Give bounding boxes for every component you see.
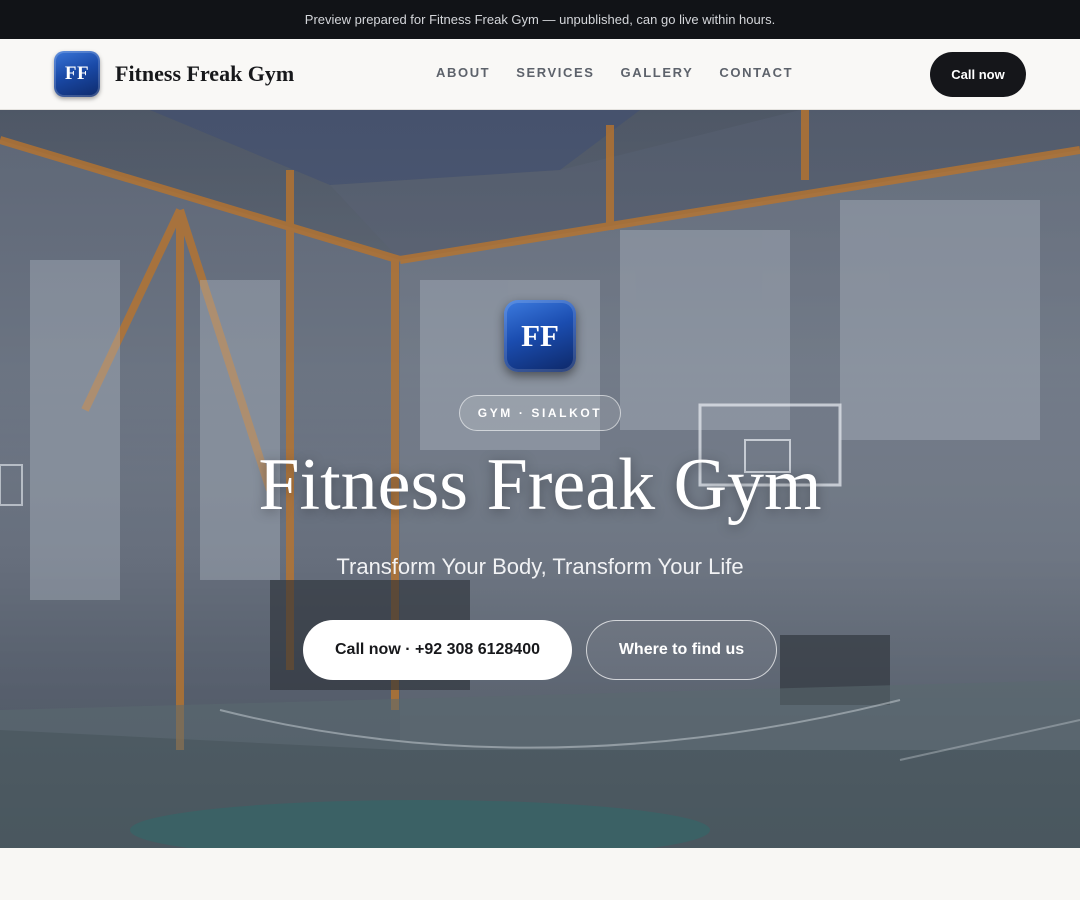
call-now-button[interactable]: Call now · +92 308 6128400 — [303, 620, 572, 680]
nav-link-services[interactable]: SERVICES — [516, 65, 594, 80]
find-us-button[interactable]: Where to find us — [586, 620, 777, 680]
brand-name: Fitness Freak Gym — [115, 61, 295, 86]
preview-banner-text: Preview prepared for Fitness Freak Gym —… — [304, 12, 776, 27]
header-call-button[interactable]: Call now — [930, 52, 1026, 97]
nav-link-contact[interactable]: CONTACT — [719, 65, 793, 80]
nav-link-about[interactable]: ABOUT — [436, 65, 490, 80]
preview-banner: Preview prepared for Fitness Freak Gym —… — [0, 0, 1080, 39]
site-header: FF Fitness Freak Gym ABOUT SERVICES GALL… — [0, 39, 1080, 110]
ff-logo-icon: FF — [54, 51, 100, 97]
hero-title: Fitness Freak Gym — [258, 444, 822, 526]
hero-logo-text: FF — [521, 318, 559, 353]
location-tag: GYM · SIALKOT — [459, 395, 621, 431]
ff-logo-icon: FF — [504, 300, 576, 372]
logo-text: FF — [64, 63, 90, 84]
nav-link-gallery[interactable]: GALLERY — [621, 65, 694, 80]
main-nav: ABOUT SERVICES GALLERY CONTACT — [436, 65, 793, 80]
hero-subtitle: Transform Your Body, Transform Your Life — [336, 554, 744, 579]
brand[interactable]: FF Fitness Freak Gym — [54, 51, 294, 97]
below-hero-section — [0, 848, 1080, 900]
hero-section: FF GYM · SIALKOT Fitness Freak Gym Trans… — [0, 110, 1080, 848]
